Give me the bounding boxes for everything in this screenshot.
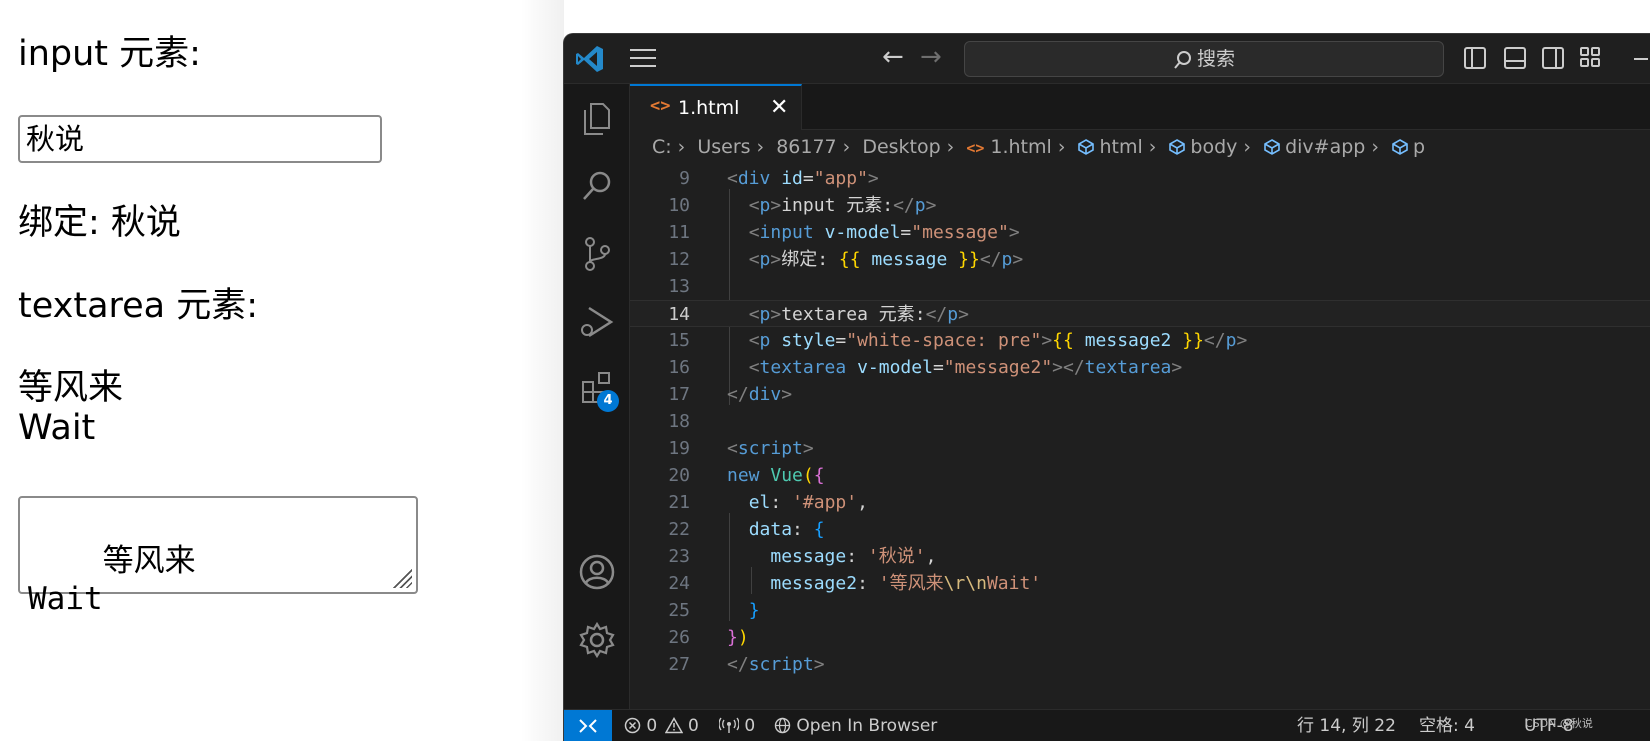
activity-bar: 4 bbox=[564, 84, 630, 709]
code-line: 22 data: { bbox=[668, 519, 825, 540]
explorer-icon[interactable] bbox=[577, 98, 617, 138]
code-editor[interactable]: 9 <div id="app"> 10 <p>input 元素:</p> 11 <… bbox=[630, 165, 1650, 709]
forward-arrow-icon[interactable]: → bbox=[920, 42, 942, 72]
code-line: 12 <p>绑定: {{ message }}</p> bbox=[668, 249, 1024, 270]
title-bar: ← → 搜索 bbox=[564, 34, 1650, 84]
breadcrumb-drive[interactable]: C: bbox=[652, 136, 672, 158]
message2-textarea[interactable]: 等风来 Wait bbox=[18, 496, 418, 617]
breadcrumb-app[interactable]: div#app bbox=[1285, 136, 1365, 158]
search-label: 搜索 bbox=[1196, 48, 1235, 70]
cursor-position[interactable]: 行 14, 列 22 bbox=[1297, 710, 1396, 741]
toggle-primary-sidebar-icon[interactable] bbox=[1464, 47, 1486, 69]
window-shadow bbox=[520, 0, 564, 741]
vscode-logo-icon bbox=[576, 46, 603, 72]
tab-1-html[interactable]: <> 1.html ✕ bbox=[630, 84, 802, 130]
watermark: CSDN @秋说 bbox=[1525, 717, 1593, 730]
symbol-element-icon bbox=[1169, 139, 1186, 155]
bound-text-paragraph: 绑定: 秋说 bbox=[18, 203, 181, 243]
code-line: 13 bbox=[668, 276, 690, 297]
breadcrumb-body[interactable]: body bbox=[1190, 136, 1237, 158]
resize-grip-icon[interactable] bbox=[392, 568, 412, 588]
code-line: 10 <p>input 元素:</p> bbox=[668, 195, 937, 216]
code-line: 25 } bbox=[668, 600, 760, 621]
code-line: 21 el: '#app', bbox=[668, 492, 868, 513]
breadcrumb-file[interactable]: 1.html bbox=[990, 136, 1051, 158]
breadcrumb-html[interactable]: html bbox=[1099, 136, 1142, 158]
breadcrumb-p[interactable]: p bbox=[1413, 136, 1425, 158]
code-line: 24 message2: '等风来\r\nWait' bbox=[668, 573, 1042, 594]
broadcast-icon bbox=[718, 717, 740, 733]
breadcrumb-users[interactable]: Users bbox=[697, 136, 750, 158]
code-line: 11 <input v-model="message"> bbox=[668, 222, 1020, 243]
browser-preview: input 元素: 秋说 绑定: 秋说 textarea 元素: 等风来 Wai… bbox=[0, 0, 540, 741]
html-file-icon: <> bbox=[966, 139, 985, 157]
customize-layout-icon[interactable] bbox=[1580, 47, 1602, 69]
close-icon[interactable]: ✕ bbox=[770, 95, 788, 120]
toggle-secondary-sidebar-icon[interactable] bbox=[1542, 47, 1564, 69]
vscode-window: ← → 搜索 4 <> 1.html ✕ C: › Users › 86177 … bbox=[563, 33, 1650, 741]
textarea-label-paragraph: textarea 元素: bbox=[18, 286, 259, 326]
ports-indicator[interactable]: 0 bbox=[718, 710, 756, 741]
hamburger-menu-icon[interactable] bbox=[630, 49, 656, 69]
error-icon bbox=[624, 717, 641, 734]
run-debug-icon[interactable] bbox=[577, 302, 617, 342]
breadcrumb: C: › Users › 86177 › Desktop › <> 1.html › htm… bbox=[630, 131, 1650, 165]
code-line-active: 14 <p>textarea 元素:</p> bbox=[630, 300, 1650, 327]
code-line: 15 <p style="white-space: pre">{{ messag… bbox=[668, 330, 1248, 351]
breadcrumb-user[interactable]: 86177 bbox=[776, 136, 836, 158]
html-file-icon: <> bbox=[650, 96, 671, 116]
error-count: 0 bbox=[646, 716, 658, 736]
code-line: 9 <div id="app"> bbox=[679, 168, 879, 189]
account-icon[interactable] bbox=[577, 552, 617, 592]
code-line: 20 new Vue({ bbox=[668, 465, 825, 486]
textarea-content: 等风来 Wait bbox=[28, 543, 196, 617]
extensions-badge: 4 bbox=[597, 390, 619, 412]
code-line: 23 message: '秋说', bbox=[668, 546, 937, 567]
message-input[interactable]: 秋说 bbox=[18, 115, 382, 163]
minimize-window-icon[interactable] bbox=[1634, 58, 1648, 60]
settings-gear-icon[interactable] bbox=[577, 620, 617, 660]
code-line: 17 </div> bbox=[668, 384, 793, 405]
toggle-panel-icon[interactable] bbox=[1504, 47, 1526, 69]
problems-indicator[interactable]: 0 0 bbox=[624, 710, 699, 741]
remote-icon bbox=[579, 719, 597, 733]
code-line: 26}) bbox=[668, 627, 749, 648]
symbol-element-icon bbox=[1078, 139, 1095, 155]
code-line: 19 <script> bbox=[668, 438, 814, 459]
symbol-element-icon bbox=[1392, 139, 1408, 155]
code-line: 27 </script> bbox=[668, 654, 825, 675]
status-bar: 0 0 0 Open In Browser 行 14, 列 22 空格: 4 U… bbox=[564, 709, 1650, 741]
editor-tab-bar: <> 1.html ✕ bbox=[630, 84, 1650, 130]
warning-icon bbox=[664, 716, 683, 734]
back-arrow-icon[interactable]: ← bbox=[882, 42, 904, 72]
globe-icon bbox=[774, 717, 791, 734]
remote-indicator[interactable] bbox=[564, 710, 612, 741]
input-label-paragraph: input 元素: bbox=[18, 34, 201, 74]
open-in-browser-label: Open In Browser bbox=[796, 716, 938, 736]
code-line: 18 bbox=[668, 411, 690, 432]
command-center-search[interactable]: 搜索 bbox=[964, 41, 1444, 77]
symbol-element-icon bbox=[1264, 139, 1280, 155]
source-control-icon[interactable] bbox=[577, 234, 617, 274]
indentation-indicator[interactable]: 空格: 4 bbox=[1419, 710, 1475, 741]
search-sidebar-icon[interactable] bbox=[577, 166, 617, 206]
code-line: 16 <textarea v-model="message2"></textar… bbox=[668, 357, 1183, 378]
tab-label: 1.html bbox=[678, 97, 740, 119]
search-icon bbox=[1174, 50, 1191, 69]
open-in-browser-button[interactable]: Open In Browser bbox=[774, 710, 937, 741]
pre-text-paragraph: 等风来 Wait bbox=[18, 368, 124, 448]
ports-count: 0 bbox=[744, 716, 756, 736]
warning-count: 0 bbox=[688, 716, 699, 736]
breadcrumb-desktop[interactable]: Desktop bbox=[862, 136, 940, 158]
